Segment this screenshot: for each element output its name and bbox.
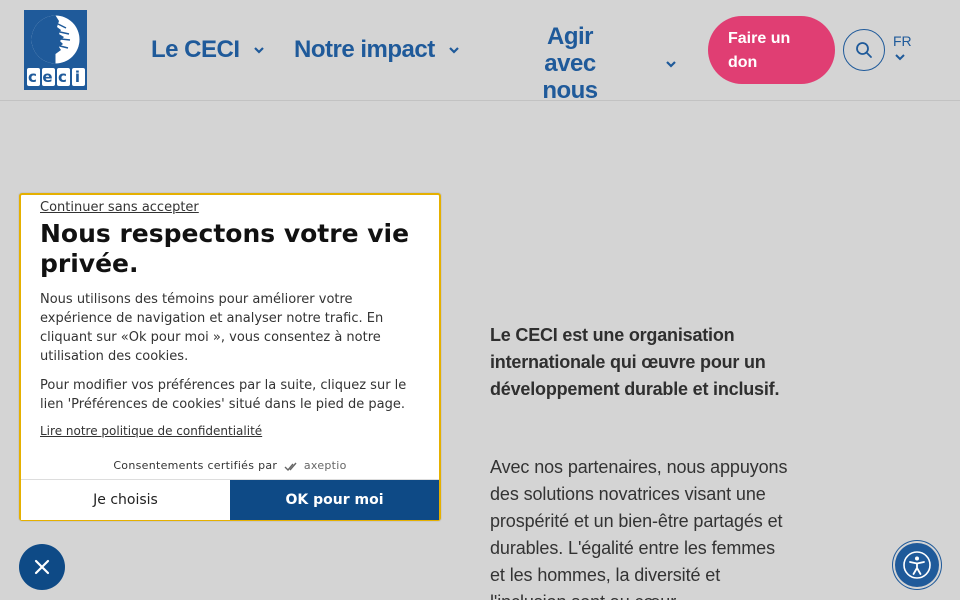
cookie-title: Nous respectons votre vie privée.: [40, 219, 410, 278]
nav-item-label: Agir avec nous: [542, 23, 598, 104]
search-icon: [856, 42, 872, 58]
close-cookie-button[interactable]: [19, 544, 65, 590]
chevron-down-icon: [666, 60, 676, 68]
ok-button[interactable]: OK pour moi: [230, 480, 439, 520]
cookie-consent-dialog: Continuer sans accepter Nous respectons …: [19, 193, 441, 521]
choose-button[interactable]: Je choisis: [21, 480, 230, 520]
search-button[interactable]: [843, 29, 885, 71]
accessibility-icon: [903, 551, 931, 579]
hero-body: Avec nos partenaires, nous appuyons des …: [490, 457, 788, 600]
nav-item-label: Le CECI: [151, 36, 240, 63]
ceci-logo[interactable]: ceci: [24, 10, 87, 90]
chevron-down-icon: [253, 47, 264, 54]
site-header: ceci Le CECI Notre impact Agir avec nous…: [0, 0, 960, 104]
cookie-description: Nous utilisons des témoins pour améliore…: [40, 292, 384, 364]
hero-lead: Le CECI est une organisation internation…: [490, 325, 780, 399]
nav-item-notre-impact[interactable]: Notre impact: [294, 36, 461, 64]
logo-wordmark: ceci: [24, 67, 87, 87]
certified-brand: axeptio: [303, 459, 347, 472]
accessibility-button[interactable]: [895, 543, 939, 587]
chevron-down-icon: [895, 54, 905, 61]
donate-button[interactable]: Faire un don: [708, 16, 835, 84]
chevron-down-icon: [448, 47, 459, 54]
privacy-policy-link[interactable]: Lire notre politique de confidentialité: [40, 424, 262, 438]
language-selector[interactable]: FR: [893, 33, 912, 63]
nav-item-agir-avec-nous[interactable]: Agir avec nous: [520, 23, 678, 104]
axeptio-logo-icon: [284, 462, 297, 471]
logo-mark-icon: [31, 15, 80, 64]
cookie-preferences-note: Pour modifier vos préférences par la sui…: [40, 378, 407, 412]
language-label: FR: [893, 33, 912, 49]
nav-item-label: Notre impact: [294, 36, 435, 63]
continue-without-accepting-link[interactable]: Continuer sans accepter: [40, 200, 199, 215]
certified-by: Consentements certifiés par axeptio: [21, 459, 439, 472]
certified-label: Consentements certifiés par: [113, 459, 278, 472]
close-icon: [34, 559, 50, 575]
nav-item-le-ceci[interactable]: Le CECI: [151, 36, 266, 64]
cookie-actions: Je choisis OK pour moi: [21, 479, 439, 520]
